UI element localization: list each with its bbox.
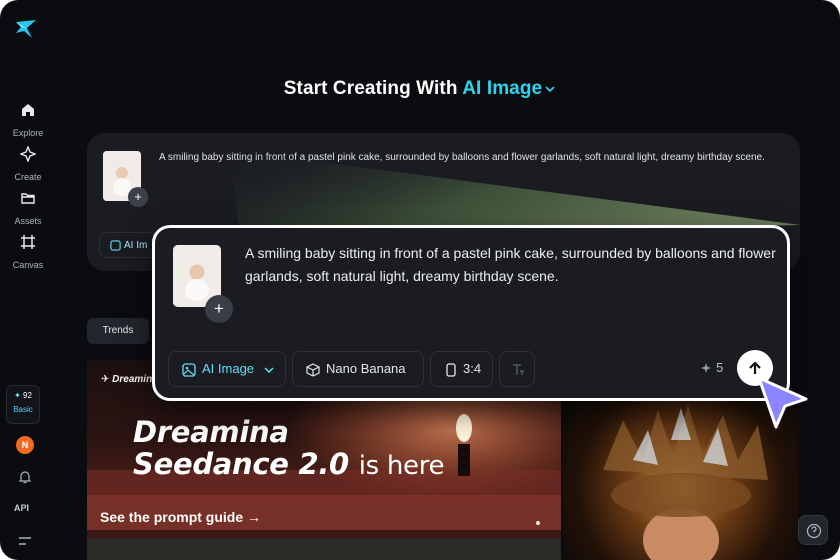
credit-cost-value: 5 (716, 360, 724, 375)
banner-title-suffix: is here (358, 451, 445, 481)
plan-label: Basic (13, 405, 33, 414)
tab-trends[interactable]: Trends (87, 318, 149, 344)
generation-cost: 5 (701, 360, 723, 375)
prompt-guide-link[interactable]: See the prompt guide → (100, 509, 261, 525)
title-prefix: Start Creating With (283, 78, 458, 99)
sidebar-item-explore[interactable]: Explore (0, 102, 56, 141)
mode-selector[interactable]: AI Image (462, 78, 556, 99)
help-button[interactable] (798, 515, 828, 545)
model-selector[interactable]: Nano Banana (292, 351, 424, 387)
home-icon (22, 104, 34, 116)
banner-title-line2: Seedance 2.0 (133, 447, 349, 481)
sidebar-item-canvas[interactable]: Canvas (0, 234, 56, 273)
banner-title-line1: Dreamina (133, 415, 289, 449)
image-icon (110, 240, 121, 251)
sidebar-item-label: Create (14, 172, 42, 182)
credits-count: ✦ 92 (7, 391, 39, 400)
add-reference-button[interactable]: + (205, 295, 233, 323)
folder-icon (21, 193, 35, 204)
text-icon (513, 364, 524, 375)
sidebar-item-label: Canvas (12, 260, 44, 270)
page-title: Start Creating With AI Image (0, 78, 840, 100)
bell-icon[interactable] (18, 470, 32, 484)
sidebar-item-create[interactable]: Create (0, 146, 56, 185)
credits-badge[interactable]: ✦ 92 Basic (6, 385, 40, 424)
banner-brand-label: Dreamina (112, 374, 158, 385)
mouse-cursor-icon (757, 376, 808, 429)
chevron-down-icon (545, 86, 555, 93)
app-window: Explore Create Assets Canvas ✦ 92 Basic … (0, 0, 840, 560)
ratio-label: 3:4 (463, 361, 482, 376)
avatar[interactable]: N (16, 436, 34, 454)
banner-title: Dreamina Seedance 2.0 is here (133, 415, 445, 482)
sidebar-item-label: Explore (12, 128, 44, 138)
sparkle-icon (20, 146, 36, 162)
mode-chip-label: AI Image (202, 361, 255, 376)
add-reference-button[interactable]: + (128, 187, 148, 207)
model-label: Nano Banana (326, 361, 406, 376)
sidebar-item-label: Assets (14, 216, 42, 226)
mode-chip[interactable]: AI Im (99, 232, 157, 258)
image-icon (182, 363, 196, 377)
prompt-card-zoomed: + A smiling baby sitting in front of a p… (152, 225, 790, 401)
text-style-button[interactable] (499, 351, 535, 387)
api-link[interactable]: API (14, 503, 29, 513)
credit-star-icon (701, 363, 711, 373)
prompt-text[interactable]: A smiling baby sitting in front of a pas… (159, 149, 789, 167)
credit-star-icon: ✦ (14, 391, 21, 400)
ratio-icon (446, 363, 456, 377)
mode-label: AI Image (462, 78, 543, 99)
dreamina-logo-icon[interactable] (14, 16, 38, 40)
canvas-icon (21, 235, 35, 249)
banner-brand: ✈ Dreamina (101, 374, 158, 385)
question-icon (806, 523, 822, 539)
aspect-ratio-selector[interactable]: 3:4 (430, 351, 493, 387)
cube-icon (306, 363, 320, 377)
prompt-text[interactable]: A smiling baby sitting in front of a pas… (245, 242, 780, 288)
mode-chip-label: AI Im (124, 240, 148, 251)
banner-logo-icon: ✈ (101, 374, 110, 385)
mode-chip[interactable]: AI Image (168, 351, 286, 387)
sidebar-item-assets[interactable]: Assets (0, 190, 56, 229)
credits-value: 92 (23, 391, 32, 400)
carousel-dot[interactable] (536, 521, 540, 525)
chevron-down-icon (264, 367, 274, 374)
menu-icon[interactable] (18, 536, 32, 546)
